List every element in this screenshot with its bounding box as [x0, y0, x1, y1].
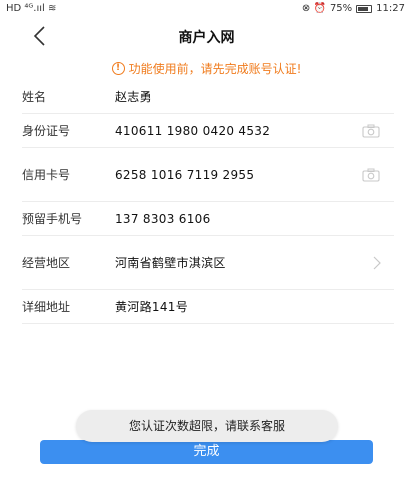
- merchant-form: 姓名 赵志勇 身份证号 410611 1980 0420 4532 信用卡号 6…: [22, 80, 394, 324]
- battery-percent: 75%: [329, 3, 353, 14]
- info-circle-icon: !: [111, 61, 125, 75]
- reserved-phone-row[interactable]: 预留手机号 137 8303 6106: [22, 202, 394, 236]
- warning-text: 功能使用前，请先完成账号认证!: [128, 61, 302, 76]
- detail-address-value[interactable]: 黄河路141号: [115, 298, 394, 315]
- status-icons: ⊗ ⏰: [301, 3, 326, 14]
- battery-icon: [356, 4, 373, 13]
- id-number-value[interactable]: 410611 1980 0420 4532: [115, 124, 394, 138]
- business-region-row[interactable]: 经营地区 河南省鹤壁市淇滨区: [22, 236, 394, 290]
- camera-icon[interactable]: [362, 124, 380, 138]
- camera-icon[interactable]: [362, 168, 380, 182]
- id-number-row[interactable]: 身份证号 410611 1980 0420 4532: [22, 114, 394, 148]
- clock: 11:27: [376, 3, 405, 14]
- status-bar: HD ⁴ᴳ.ııl ≋ ⊗ ⏰ 75% 11:27: [0, 0, 413, 18]
- business-region-value[interactable]: 河南省鹤壁市淇滨区: [115, 254, 394, 271]
- reserved-phone-value[interactable]: 137 8303 6106: [115, 212, 394, 226]
- submit-button[interactable]: 完成: [40, 440, 373, 464]
- detail-address-label: 详细地址: [22, 300, 71, 314]
- business-region-label: 经营地区: [22, 256, 71, 270]
- verification-warning: ! 功能使用前，请先完成账号认证!: [0, 58, 413, 78]
- credit-card-label: 信用卡号: [22, 168, 71, 182]
- name-label: 姓名: [22, 90, 47, 104]
- detail-address-row[interactable]: 详细地址 黄河路141号: [22, 290, 394, 324]
- status-right: ⊗ ⏰ 75% 11:27: [302, 3, 405, 14]
- status-left: HD ⁴ᴳ.ııl ≋: [6, 3, 56, 14]
- name-row[interactable]: 姓名 赵志勇: [22, 80, 394, 114]
- credit-card-row[interactable]: 信用卡号 6258 1016 7119 2955: [22, 148, 394, 202]
- credit-card-value[interactable]: 6258 1016 7119 2955: [115, 168, 394, 182]
- page-title: 商户入网: [178, 30, 235, 46]
- reserved-phone-label: 预留手机号: [22, 212, 83, 226]
- chevron-right-icon[interactable]: [372, 256, 382, 270]
- error-toast: 您认证次数超限，请联系客服: [76, 410, 338, 442]
- id-number-label: 身份证号: [22, 124, 71, 138]
- name-value[interactable]: 赵志勇: [115, 88, 394, 105]
- nav-bar: 商户入网: [0, 18, 413, 54]
- signal-icon: HD ⁴ᴳ.ııl ≋: [6, 3, 57, 14]
